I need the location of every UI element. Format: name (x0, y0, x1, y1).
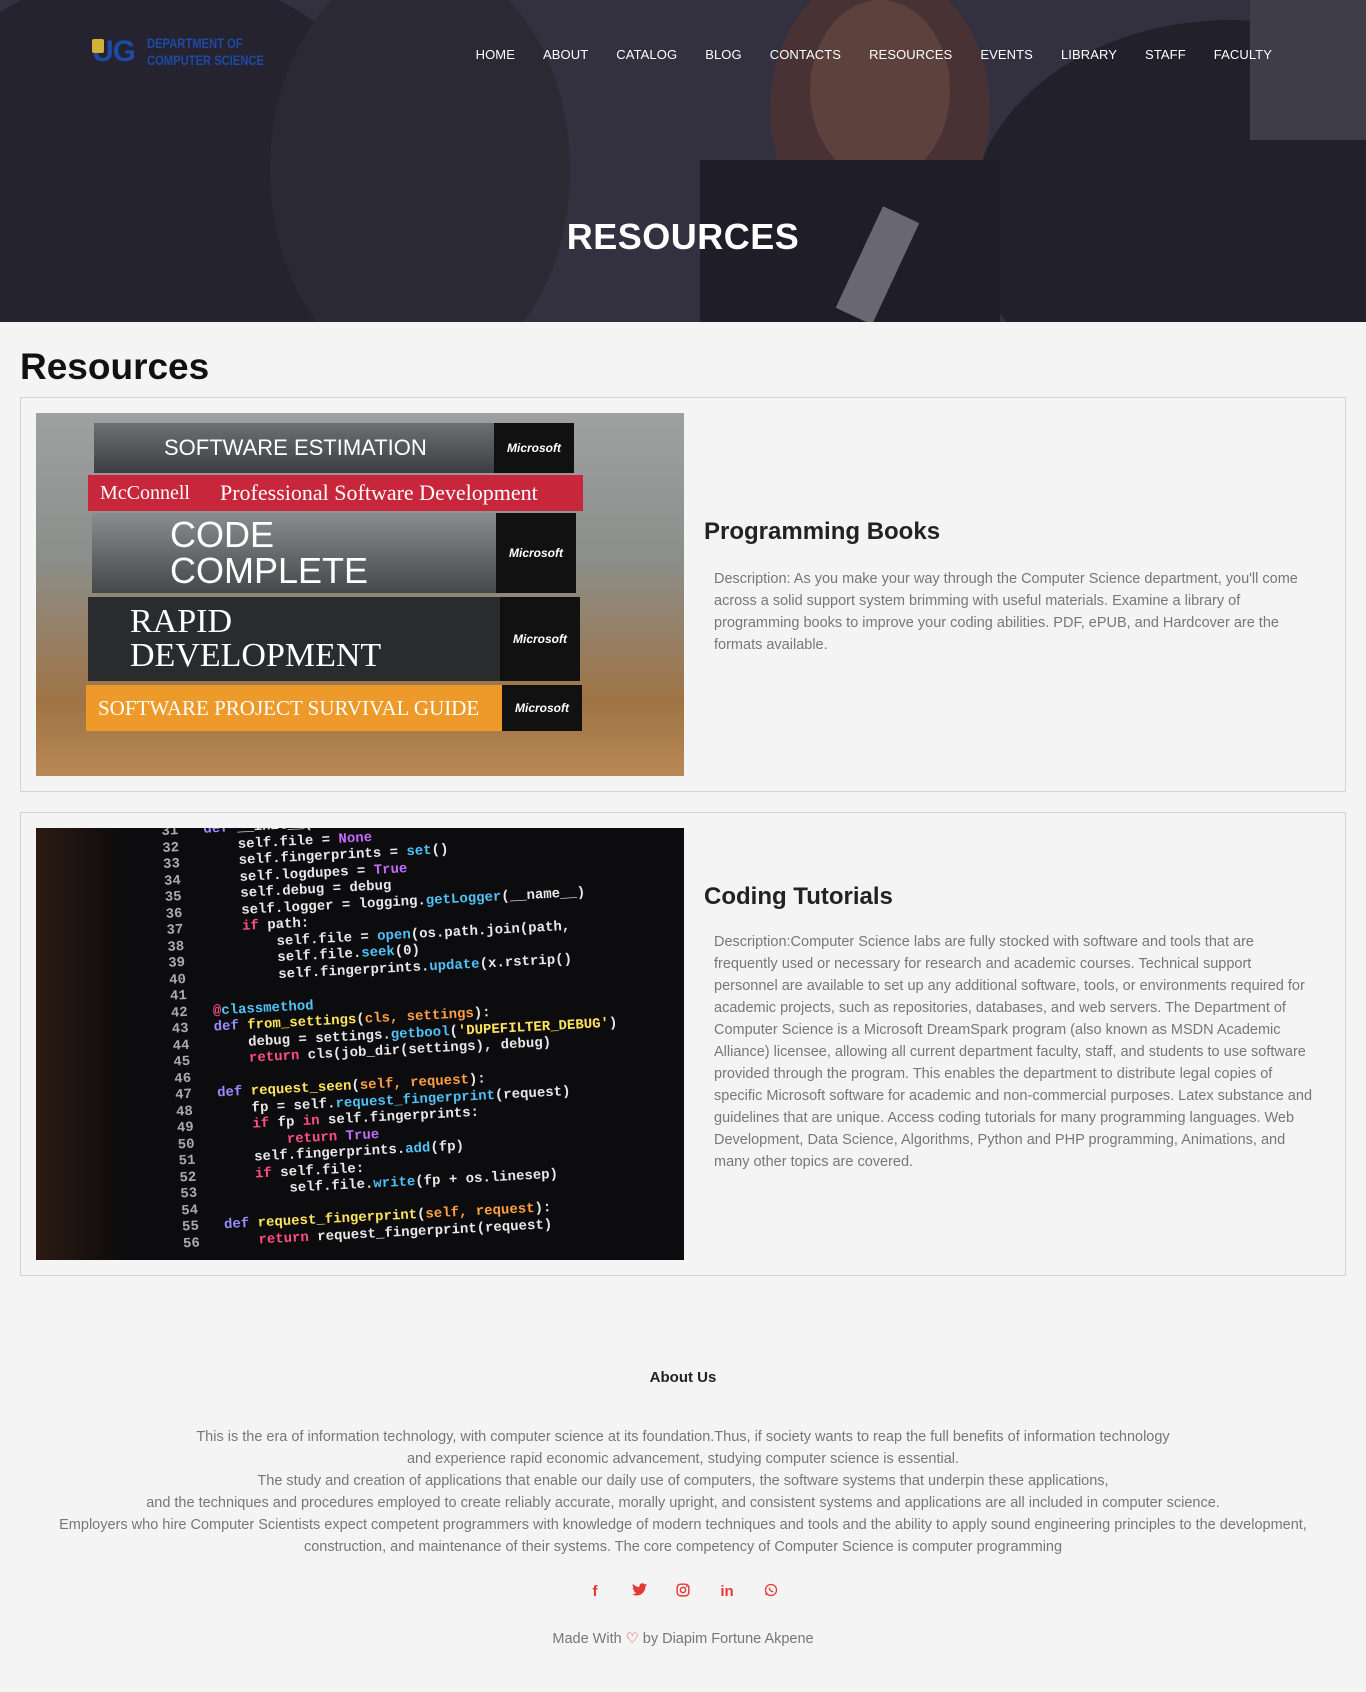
hero-banner: UG DEPARTMENT OF COMPUTER SCIENCE HOME A… (0, 0, 1366, 322)
twitter-icon[interactable] (630, 1583, 648, 1601)
book-spine-title: RAPID DEVELOPMENT (130, 603, 382, 674)
facebook-icon[interactable]: f (586, 1583, 604, 1601)
book-spine-title: SOFTWARE PROJECT SURVIVAL GUIDE (98, 695, 480, 720)
heart-icon: ♡ (625, 1631, 639, 1647)
footer-about-text: This is the era of information technolog… (59, 1429, 1307, 1555)
main-nav: HOME ABOUT CATALOG BLOG CONTACTS RESOURC… (448, 47, 1272, 62)
books-image: SOFTWARE ESTIMATION Microsoft McConnell … (36, 413, 684, 776)
nav-faculty[interactable]: FACULTY (1214, 47, 1272, 62)
social-links: f in (0, 1583, 1366, 1601)
card-title: Programming Books (704, 518, 941, 545)
nav-contacts[interactable]: CONTACTS (770, 47, 841, 62)
card-title: Coding Tutorials (704, 883, 893, 910)
nav-library[interactable]: LIBRARY (1061, 47, 1117, 62)
nav-about[interactable]: ABOUT (543, 47, 588, 62)
made-with-credit: Made With ♡ by Diapim Fortune Akpene (552, 1631, 814, 1647)
instagram-icon[interactable] (674, 1583, 692, 1601)
resource-card-books: SOFTWARE ESTIMATION Microsoft McConnell … (20, 397, 1346, 792)
resource-card-tutorials: 31 def __init__(self): 32 self.file = No… (20, 812, 1346, 1276)
card-description: Description:Computer Science labs are fu… (714, 934, 1313, 1170)
hero-title: RESOURCES (566, 216, 800, 257)
nav-staff[interactable]: STAFF (1145, 47, 1186, 62)
logo-text: DEPARTMENT OF COMPUTER SCIENCE (147, 35, 264, 68)
card-description: Description: As you make your way throug… (714, 571, 1298, 653)
nav-events[interactable]: EVENTS (980, 47, 1033, 62)
nav-resources[interactable]: RESOURCES (869, 47, 952, 62)
book-spine-title: SOFTWARE ESTIMATION (164, 435, 427, 460)
nav-home[interactable]: HOME (476, 47, 515, 62)
code-snippet: 31 def __init__(self): 32 self.file = No… (161, 828, 618, 1252)
nav-blog[interactable]: BLOG (705, 47, 742, 62)
book-spine-title: Professional Software Development (220, 480, 538, 505)
linkedin-icon[interactable]: in (718, 1583, 736, 1601)
site-logo[interactable]: UG DEPARTMENT OF COMPUTER SCIENCE (88, 32, 273, 72)
page-title: Resources (20, 346, 210, 387)
book-spine-title: CODE COMPLETE (170, 514, 369, 591)
footer-heading: About Us (649, 1369, 717, 1386)
code-image: 31 def __init__(self): 32 self.file = No… (36, 828, 684, 1260)
whatsapp-icon[interactable] (762, 1583, 780, 1601)
nav-catalog[interactable]: CATALOG (616, 47, 677, 62)
